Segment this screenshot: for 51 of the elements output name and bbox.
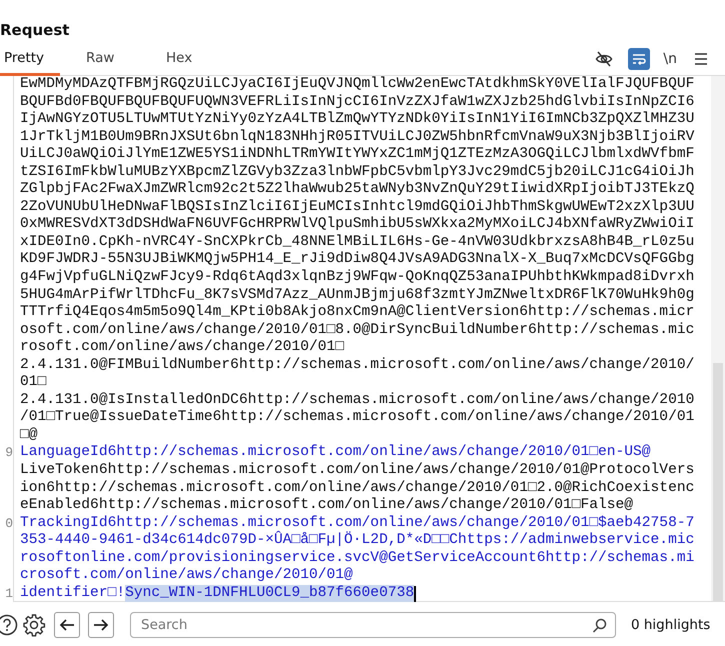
code-line: TTTrfiQ4Eqos4m5m5o9Ql4m_KPti0b8Akjo8nxCm9nA@ClientVersion6http://schemas.micr (20, 304, 694, 322)
code-line: LanguageId6http://schemas.microsoft.com/online/aws/change/2010/01□en-US@ (20, 444, 651, 462)
code-line: tZSI6ImFkbWluMUBzYXBpcmZlZGVyb3Zza3lnbWFpbC5vbmlpY3Jvc29mdC5jb20iLCJ1cG4iOiJh (20, 164, 694, 181)
code-line: xIDE0In0.CpKh-nVRC4Y-SnCXPkrCb_48NNElMBiLIL6Hs-Ge-4nVW03UdkbrxzsA8hB4B_rL0z5u (20, 234, 694, 251)
help-icon[interactable] (0, 614, 18, 636)
code-line: crosoft.com/online/aws/change/2010/01@ (20, 567, 353, 585)
tab[interactable]: Pretty (0, 42, 60, 76)
code-line: KD9FJWDRJ-55N3UJBiWKMQjw5PH14_E_rJi9dDiw8Q4JVsA9ADG3NnalX-X_Buq7xMcDCVsQFGGbg (20, 251, 694, 269)
settings-icon[interactable] (22, 613, 46, 637)
code-line: UiLCJ0aWQiOiJlYmE1ZWE5YS1iNDNhLTRmYWItYWYxZC1mMjQ1ZTEzMzA3OGQiLCJlbmlxdWVfbmF (20, 146, 694, 164)
code-line: EwMDMyMDAzQTFBMjRGQzUiLCJyaCI6IjEuQVJNQmllcWw2enEwcTAtdkhmSkY0VElIalFJQUFBQUF (20, 76, 694, 94)
code-line: ion6http://schemas.microsoft.com/online/aws/change/2010/01□2.0@RichCoexistenc (20, 480, 694, 497)
code-line: 0xMWRESVdXT3dDSHdWaFN6UVFGcHRPRWlVQlpuSmhibU5sWXkxa2MyMXoiLCJ4bXNfaWRyZWwiOiI (20, 216, 694, 234)
right-arrow-icon (93, 618, 109, 632)
newline-toggle[interactable]: \n (663, 48, 677, 70)
code-line: LiveToken6http://schemas.microsoft.com/online/aws/change/2010/01@ProtocolVers (20, 462, 694, 480)
code-line: rosoftonline.com/provisioningservice.svcV@GetServiceAccount6http://schemas.mi (20, 550, 694, 567)
code-line: 2.4.131.0@IsInstalledOnDC6http://schemas.microsoft.com/online/aws/change/2010 (20, 392, 694, 409)
scrollbar[interactable] (711, 76, 725, 601)
text-cursor (414, 586, 416, 602)
code-line: osoft.com/online/aws/change/2010/01□8.0@DirSyncBuildNumber6http://schemas.mic (20, 322, 694, 339)
code-line: /01□True@IssueDateTime6http://schemas.microsoft.com/online/aws/change/2010/01 (20, 409, 694, 427)
code-line: ZGlpbjFAc2FwaXJmZWRlcm92c2t5Z2lhaWwub25taWNyb3NvZnQuY29tIiwidXRpIjoibTJ3TEkzQ (20, 181, 694, 199)
code-line: 353-4440-9461-d34c614dc079D-×ÛA□å□Fµ|Ö·L2D,D*«D□□Chttps://adminwebservice.mic (20, 532, 694, 550)
tab[interactable]: Hex (160, 42, 240, 76)
line-number: 9 (5, 445, 13, 460)
search-field[interactable]: Search (130, 612, 616, 638)
code-line: □@ (20, 426, 38, 444)
code-line: 5HUG4mArPifWrlTDhcFu_8K7sVSMd7Azz_AUnmJBjmju68f3zmtYJmZNweltxDR6FlK70WuHk9h0g (20, 286, 694, 304)
line-number: 1 (5, 586, 13, 601)
code-line: eEnabled6http://schemas.microsoft.com/online/aws/change/2010/01□False@ (20, 497, 634, 515)
wrap-toggle[interactable] (628, 48, 650, 70)
highlights-count: 0 highlights (631, 617, 710, 633)
forward-button[interactable] (88, 612, 114, 638)
code-line: g4FwjVpfuGLNiQzwFJcy9-Rdq6tAqd3xlqnBzj9WFqw-QoKnqQZ53anaIPUhbthKWkmpad8iDvrxh (20, 269, 694, 287)
code-line: 1JrTkljM1B0Um9BRnJXSUt6bnlqN183NHhjR05ITVUiLCJ0ZW5hbnRfcmVnaW9uX3Njb3BlIjoiRV (20, 128, 694, 146)
code-line: TrackingId6http://schemas.microsoft.com/online/aws/change/2010/01□$aeb42758-7 (20, 514, 694, 531)
code-line: 2ZoVUNUbUlHeDNwaFlBQSIsInZlciI6IjEuMCIsInhtcl9mdGQiOiJhbThmSkgwUWEwT2xzXlp3UU (20, 198, 694, 216)
panel-title: Request (0, 20, 70, 41)
left-arrow-icon (59, 618, 75, 632)
code-line: identifier□! (20, 584, 126, 602)
code-line: 2.4.131.0@FIMBuildNumber6http://schemas.microsoft.com/online/aws/change/2010/ (20, 356, 694, 374)
wrap-icon (632, 52, 646, 66)
back-button[interactable] (54, 612, 80, 638)
selected-text: Sync_WIN-1DNFHLU0CL9_b87f660e0738 (125, 584, 414, 602)
code-line: rosoft.com/online/aws/change/2010/01□ (20, 339, 344, 357)
line-number: 0 (5, 516, 13, 531)
code-line: 01□ (20, 374, 46, 392)
code-line: BQUFBd0FBQUFBQUFBQUFUQWN3VEFRLiIsInNjcCI6InVzZXJfaW1wZXJzb25hdGlvbiIsInNpZCI6 (20, 94, 694, 111)
code-line: IjAwNGYzOTU5LTUwMTUtYzNiYy0zYzA4LTBlZmQwYTYzNDk0YiIsInN1YiI6ImNCb3ZpQXZlMHZ3U (20, 111, 694, 129)
tab[interactable]: Raw (80, 42, 160, 76)
